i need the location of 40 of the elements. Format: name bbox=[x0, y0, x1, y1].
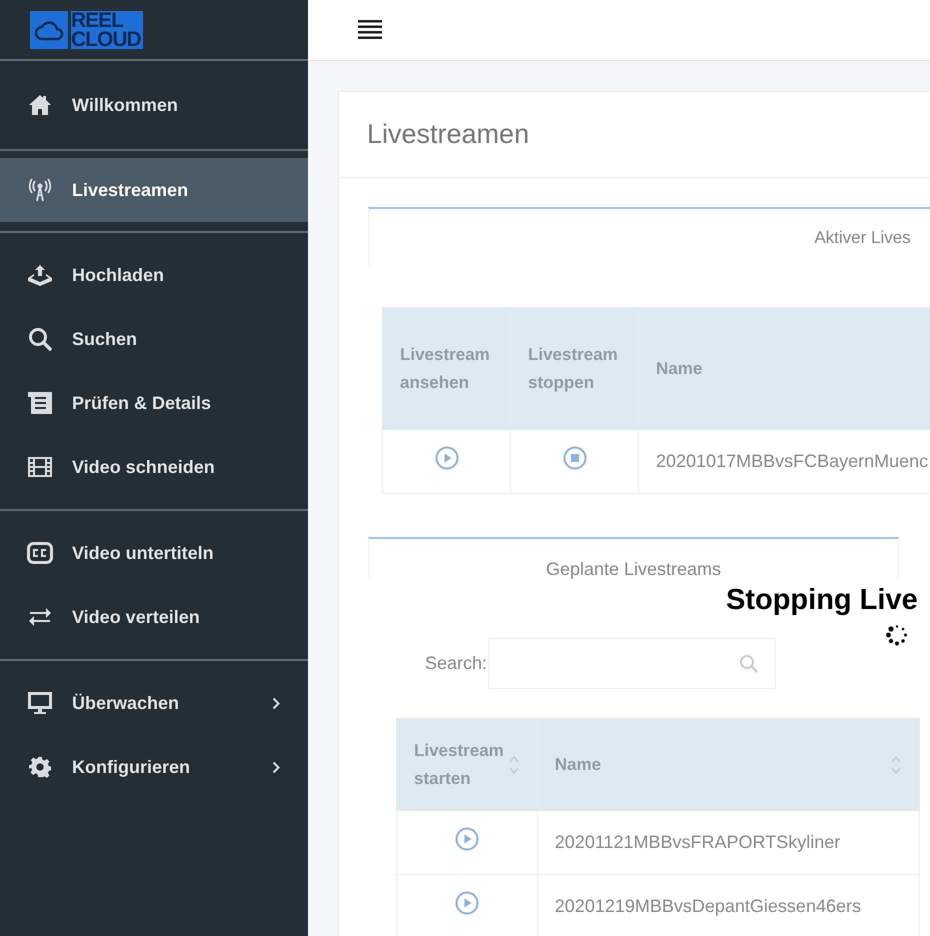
document-icon bbox=[27, 391, 53, 415]
sidebar-item[interactable]: Video untertiteln bbox=[0, 521, 308, 585]
search-label: Search: bbox=[425, 652, 488, 675]
search-icon bbox=[28, 327, 52, 351]
menu-icon[interactable] bbox=[358, 19, 382, 41]
search-field[interactable] bbox=[488, 638, 776, 689]
play-icon[interactable] bbox=[454, 890, 479, 915]
film-icon bbox=[27, 456, 53, 478]
monitor-icon bbox=[27, 691, 53, 715]
chevron-right-icon bbox=[272, 696, 280, 710]
sort-icon[interactable] bbox=[508, 754, 520, 776]
antenna-icon bbox=[27, 178, 53, 202]
chevron-right-icon bbox=[272, 760, 280, 774]
play-icon[interactable] bbox=[454, 826, 479, 851]
swap-arrows-icon bbox=[28, 607, 52, 627]
sidebar-item[interactable]: Video verteilen bbox=[0, 585, 308, 649]
sidebar-item[interactable]: Konfigurieren bbox=[0, 735, 308, 799]
stop-icon[interactable] bbox=[562, 446, 586, 470]
sidebar-item[interactable]: Hochladen bbox=[0, 243, 308, 307]
gear-icon bbox=[29, 756, 51, 778]
upload-tray-icon bbox=[27, 264, 53, 286]
closed-captions-icon bbox=[27, 542, 53, 564]
overlay-title: Stopping Live bbox=[726, 583, 918, 618]
sidebar-item[interactable]: Video schneiden bbox=[0, 435, 308, 499]
sidebar-item[interactable]: Prüfen & Details bbox=[0, 371, 308, 435]
logo-mark bbox=[30, 10, 68, 48]
column-header: Livestream ansehen bbox=[382, 308, 510, 430]
sidebar-item[interactable]: Livestreamen bbox=[0, 158, 308, 222]
logo-text: REEL CLOUD bbox=[71, 10, 143, 48]
play-icon[interactable] bbox=[434, 446, 458, 470]
home-icon bbox=[28, 94, 52, 116]
loading-spinner-icon bbox=[886, 624, 908, 646]
sidebar-item[interactable]: Suchen bbox=[0, 307, 308, 371]
page-title: Livestreamen bbox=[367, 118, 530, 152]
tab[interactable]: Aktiver Lives bbox=[368, 207, 930, 265]
sidebar-item[interactable]: Überwachen bbox=[0, 671, 308, 735]
search-icon bbox=[739, 654, 760, 674]
tab[interactable]: Geplante Livestreams bbox=[368, 537, 899, 577]
sort-icon[interactable] bbox=[890, 754, 902, 776]
sidebar-item[interactable]: Willkommen bbox=[0, 73, 308, 137]
